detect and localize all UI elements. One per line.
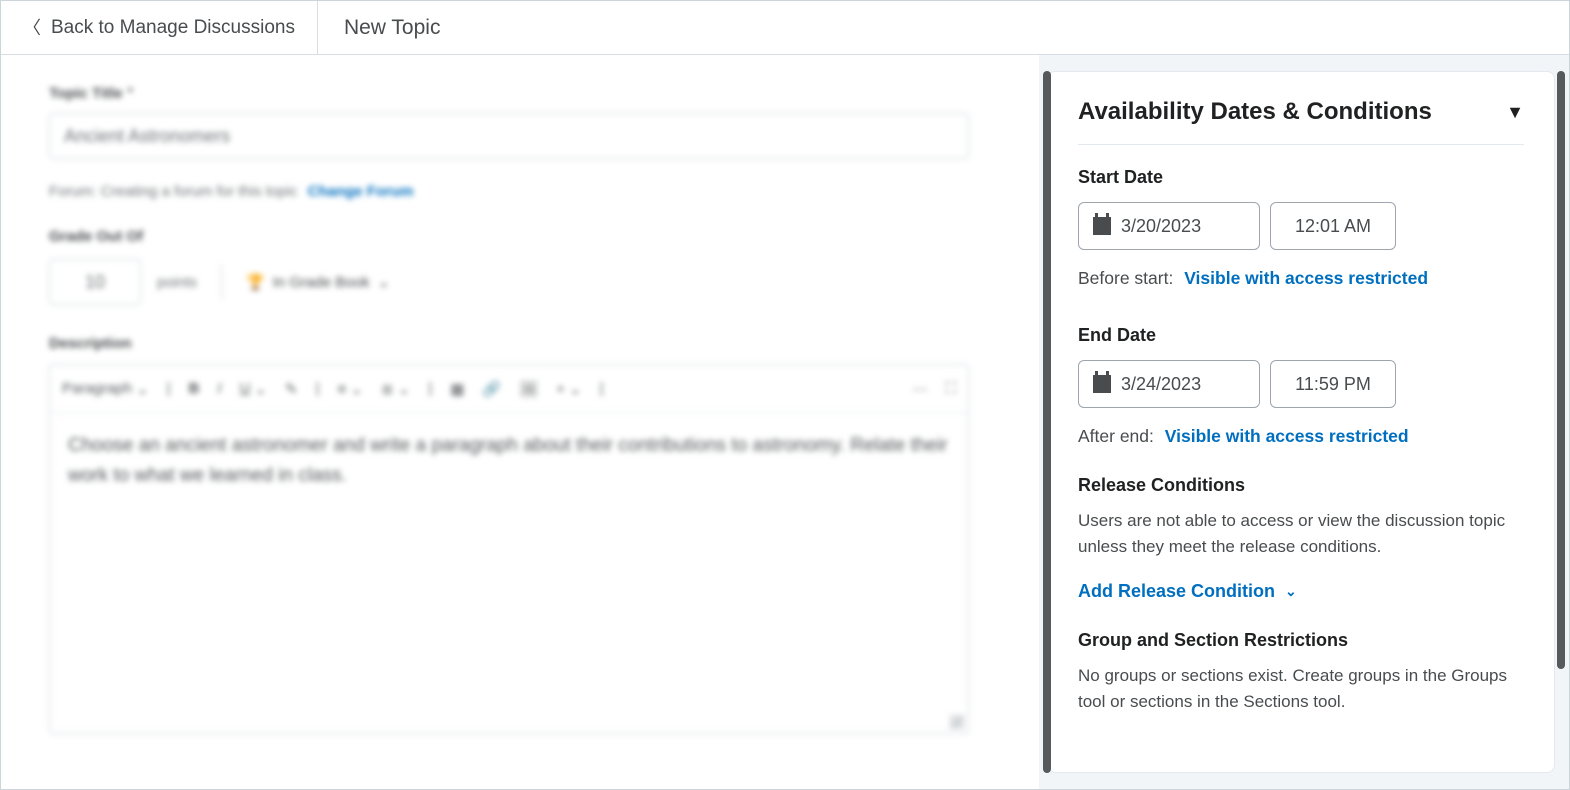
back-button[interactable]: 〈 Back to Manage Discussions xyxy=(1,1,318,54)
required-star: * xyxy=(127,85,133,102)
forum-line: Forum: Creating a forum for this topic C… xyxy=(49,183,991,200)
before-start-prefix: Before start: xyxy=(1078,268,1173,288)
topic-title-label: Topic Title xyxy=(49,85,123,102)
release-conditions-desc: Users are not able to access or view the… xyxy=(1078,508,1524,559)
chevron-down-icon: ⌄ xyxy=(1285,583,1297,600)
end-date-value: 3/24/2023 xyxy=(1121,374,1201,395)
resize-grip-icon[interactable] xyxy=(950,715,964,729)
end-date-input[interactable]: 3/24/2023 xyxy=(1078,360,1260,408)
scrollbar[interactable] xyxy=(1043,71,1051,773)
overflow-button[interactable]: ⋯ xyxy=(912,380,927,398)
after-end-prefix: After end: xyxy=(1078,426,1154,446)
in-gradebook-label: In Grade Book xyxy=(273,274,370,291)
editor-body[interactable]: Choose an ancient astronomer and write a… xyxy=(50,413,968,733)
list-button[interactable]: ≣ ⌄ xyxy=(381,380,410,398)
color-button[interactable]: ✎ xyxy=(285,380,298,398)
grade-out-of-label: Grade Out Of xyxy=(49,228,991,245)
start-date-label: Start Date xyxy=(1078,167,1524,188)
bold-button[interactable]: B xyxy=(189,380,200,397)
forum-status: Creating a forum for this topic xyxy=(101,183,298,200)
topbar: 〈 Back to Manage Discussions New Topic xyxy=(1,1,1569,55)
after-end-line: After end: Visible with access restricte… xyxy=(1078,426,1524,447)
page-title: New Topic xyxy=(318,1,467,54)
start-date-row: 3/20/2023 12:01 AM xyxy=(1078,202,1524,250)
end-date-label: End Date xyxy=(1078,325,1524,346)
topic-title-input[interactable] xyxy=(49,113,969,159)
before-start-link[interactable]: Visible with access restricted xyxy=(1184,268,1428,288)
italic-button[interactable]: I xyxy=(217,380,221,397)
editor-toolbar: Paragraph ⌄ | B I U ⌄ ✎ | ≡ ⌄ ≣ ⌄ | ▦ 🔗 xyxy=(50,365,968,413)
insert-link-button[interactable]: 🔗 xyxy=(482,380,501,398)
after-end-link[interactable]: Visible with access restricted xyxy=(1165,426,1409,446)
main-inner-blurred: Topic Title * Forum: Creating a forum fo… xyxy=(49,85,991,734)
add-release-condition-label: Add Release Condition xyxy=(1078,581,1275,602)
panel-heading-toggle[interactable]: Availability Dates & Conditions ▼ xyxy=(1078,98,1524,126)
scrollbar[interactable] xyxy=(1557,71,1565,669)
calendar-icon xyxy=(1093,375,1111,393)
topic-title-label-row: Topic Title * xyxy=(49,85,991,103)
panel-heading-label: Availability Dates & Conditions xyxy=(1078,98,1432,126)
start-time-input[interactable]: 12:01 AM xyxy=(1270,202,1396,250)
calendar-icon xyxy=(1093,217,1111,235)
body: Topic Title * Forum: Creating a forum fo… xyxy=(1,55,1569,789)
chevron-down-icon: ⌄ xyxy=(136,380,149,398)
add-release-condition-dropdown[interactable]: Add Release Condition ⌄ xyxy=(1078,581,1297,602)
start-date-input[interactable]: 3/20/2023 xyxy=(1078,202,1260,250)
change-forum-link[interactable]: Change Forum xyxy=(308,183,414,200)
grade-value-input[interactable] xyxy=(49,259,141,305)
editor-content: Choose an ancient astronomer and write a… xyxy=(68,435,947,486)
divider xyxy=(1078,144,1524,145)
before-start-line: Before start: Visible with access restri… xyxy=(1078,268,1524,289)
in-gradebook-dropdown[interactable]: 🏆 In Grade Book ⌄ xyxy=(246,273,390,291)
group-restrictions-heading: Group and Section Restrictions xyxy=(1078,630,1524,651)
start-date-value: 3/20/2023 xyxy=(1121,216,1201,237)
group-restrictions-desc: No groups or sections exist. Create grou… xyxy=(1078,663,1524,714)
end-time-value: 11:59 PM xyxy=(1295,374,1371,395)
end-time-input[interactable]: 11:59 PM xyxy=(1270,360,1396,408)
grade-points-label: points xyxy=(157,274,197,291)
start-time-value: 12:01 AM xyxy=(1295,216,1371,237)
underline-button[interactable]: U ⌄ xyxy=(240,380,267,398)
availability-panel: Availability Dates & Conditions ▼ Start … xyxy=(1047,71,1555,773)
divider xyxy=(221,264,222,300)
back-label: Back to Manage Discussions xyxy=(51,17,295,39)
align-button[interactable]: ≡ ⌄ xyxy=(337,380,363,398)
forum-prefix: Forum: xyxy=(49,183,97,200)
insert-stuff-button[interactable]: ▦ xyxy=(450,380,464,398)
chevron-down-icon: ⌄ xyxy=(377,273,390,291)
chevron-left-icon: 〈 xyxy=(23,19,41,37)
release-conditions-heading: Release Conditions xyxy=(1078,475,1524,496)
app-window: 〈 Back to Manage Discussions New Topic T… xyxy=(0,0,1570,790)
trophy-icon: 🏆 xyxy=(246,273,265,291)
caret-down-icon: ▼ xyxy=(1506,102,1524,123)
main-column: Topic Title * Forum: Creating a forum fo… xyxy=(1,55,1039,789)
end-date-row: 3/24/2023 11:59 PM xyxy=(1078,360,1524,408)
grade-row: points 🏆 In Grade Book ⌄ xyxy=(49,259,991,305)
insert-image-button[interactable]: 🖼 xyxy=(519,380,538,398)
fullscreen-button[interactable]: ⛶ xyxy=(945,380,956,397)
paragraph-style-dropdown[interactable]: Paragraph ⌄ xyxy=(62,380,149,398)
rich-text-editor: Paragraph ⌄ | B I U ⌄ ✎ | ≡ ⌄ ≣ ⌄ | ▦ 🔗 xyxy=(49,364,969,734)
more-button[interactable]: + ⌄ xyxy=(556,380,582,398)
side-column: Availability Dates & Conditions ▼ Start … xyxy=(1039,55,1569,789)
description-label: Description xyxy=(49,335,991,352)
